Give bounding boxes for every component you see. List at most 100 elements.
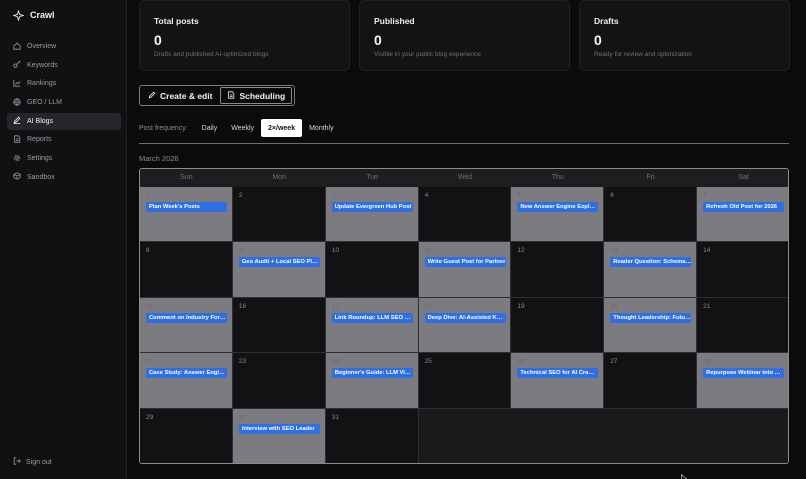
calendar-day-cell[interactable]: 4 [418,187,512,243]
weekday-label: Sun [180,174,193,181]
day-number: 18 [424,302,432,310]
scheduled-post-chip[interactable]: Update Evergreen Hub Post [331,202,413,212]
frequency-option-monthly[interactable]: Monthly [302,119,341,137]
day-number: 29 [146,413,154,421]
scheduled-post-chip[interactable]: Deep Dive: AI-Assisted Key... [424,312,506,323]
sign-out-button[interactable]: Sign out [13,457,52,467]
calendar-day-cell[interactable]: 14 [697,242,788,298]
calendar-day-cell[interactable]: 19 [511,297,605,354]
calendar-day-cell[interactable]: 31 [325,408,419,463]
calendar-day-cell[interactable]: 11 Write Guest Post for Partner [418,242,512,298]
sidebar-item-keywords[interactable]: Keywords [7,57,121,74]
calendar-empty-cell [604,408,698,463]
sidebar-item-reports[interactable]: Reports [7,131,121,148]
scheduled-post-chip[interactable]: Write Guest Post for Partner [424,257,506,268]
day-number: 28 [703,358,711,366]
day-number: 1 [146,192,150,199]
scheduled-post-chip[interactable]: Case Study: Answer Engin... [146,368,227,379]
scheduled-post-chip[interactable]: Geo Audit + Local SEO Play... [238,257,320,268]
scheduled-post-chip[interactable]: Reader Question: Schema f... [610,257,692,268]
frequency-label: Post frequency: [139,124,188,132]
calendar-day-cell[interactable]: 24 Beginner's Guide: LLM Visi... [325,353,419,409]
calendar-day-cell[interactable]: 8 [140,242,233,298]
calendar-day-cell[interactable]: 6 [604,187,698,243]
calendar-day-cell[interactable]: 12 [511,242,605,298]
frequency-option-weekly[interactable]: Weekly [224,119,261,137]
stat-subtitle: Ready for review and optimization [594,51,692,58]
calendar-day-cell[interactable]: 22 Case Study: Answer Engin... [140,353,233,409]
weekday-label: Sat [738,174,749,181]
mouse-cursor-icon [681,470,689,479]
day-number: 13 [610,247,618,255]
scheduled-post-chip[interactable]: Link Roundup: LLM SEO Re... [331,312,413,323]
frequency-option-2x-week[interactable]: 2×/week [261,119,303,137]
stat-value: 0 [374,32,382,48]
calendar-day-cell[interactable]: 26 Technical SEO for AI Crawl... [511,353,605,409]
calendar-day-cell[interactable]: 18 Deep Dive: AI-Assisted Key... [418,297,512,354]
calendar-day-cell[interactable]: 16 [232,297,326,354]
calendar-day-cell[interactable]: 5 New Answer Engine Explai... [511,187,605,243]
calendar-day-cell[interactable]: 25 [418,353,512,409]
calendar-day-cell[interactable]: 21 [697,297,788,354]
calendar-day-cell[interactable]: 23 [232,353,326,409]
sidebar-item-label: Sandbox [27,173,55,181]
calendar-empty-cell [697,408,788,463]
day-number: 16 [238,302,247,310]
scheduled-post-chip[interactable]: Thought Leadership: Futur... [610,312,692,323]
stat-value: 0 [594,32,602,48]
day-number: 11 [424,247,432,255]
scheduled-post-chip[interactable]: Plan Week's Posts [146,202,227,212]
sidebar-item-overview[interactable]: Overview [7,38,121,55]
day-number: 17 [331,302,339,310]
create-edit-button[interactable]: Create & edit [142,87,218,104]
scheduled-post-chip[interactable]: Repurpose Webinar into Blog [703,368,785,379]
calendar-day-cell[interactable]: 1 Plan Week's Posts [140,187,233,243]
brand[interactable]: Crawl [12,9,55,21]
day-number: 22 [146,358,154,366]
sidebar-item-label: GEO / LLM [27,99,63,107]
calendar-day-cell[interactable]: 9 Geo Audit + Local SEO Play... [232,242,326,298]
sidebar-item-settings[interactable]: Settings [7,150,121,167]
weekday-header: Sun Mon Tue Wed Thu Fri Sat [140,169,788,187]
calendar-day-cell[interactable]: 3 Update Evergreen Hub Post [325,187,419,243]
crawl-logo-icon [12,9,24,21]
scheduled-post-chip[interactable]: New Answer Engine Explai... [517,202,599,212]
day-number: 31 [331,413,339,421]
day-number: 5 [517,192,522,199]
weekday-label: Thu [551,174,564,181]
scheduled-post-chip[interactable]: Beginner's Guide: LLM Visi... [331,368,413,379]
frequency-option-daily[interactable]: Daily [195,119,225,137]
day-number: 12 [517,247,525,255]
calendar-day-cell[interactable]: 15 Comment on Industry Foru... [140,297,233,354]
calendar-day-cell[interactable]: 2 [232,187,326,243]
stat-title: Total posts [154,16,199,26]
calendar-day-cell[interactable]: 28 Repurpose Webinar into Blog [697,353,788,409]
sidebar-item-geo-llm[interactable]: GEO / LLM [7,94,121,111]
key-icon [13,60,21,70]
day-number: 23 [238,358,247,366]
day-number: 14 [703,247,711,255]
scheduled-post-chip[interactable]: Refresh Old Post for 2026 [703,202,785,212]
sidebar-item-ai-blogs[interactable]: AI Blogs [7,112,121,130]
stat-card-total-posts: Total posts 0 Drafts and published AI-op… [139,0,350,71]
scheduled-post-chip[interactable]: Technical SEO for AI Crawl... [517,368,599,379]
scheduling-button[interactable]: Scheduling [220,87,293,104]
scheduled-post-chip[interactable]: Interview with SEO Leader [238,423,320,434]
calendar-day-cell[interactable]: 17 Link Roundup: LLM SEO Re... [325,297,419,354]
calendar-day-cell[interactable]: 20 Thought Leadership: Futur... [604,297,698,354]
stat-subtitle: Drafts and published AI-optimized blogs [154,51,269,58]
home-icon [13,42,21,52]
day-number: 25 [424,358,432,366]
calendar-day-cell[interactable]: 27 [604,353,698,409]
calendar-day-cell[interactable]: 30 Interview with SEO Leader [232,408,326,463]
weekday-label: Tue [366,174,379,181]
sidebar-item-sandbox[interactable]: Sandbox [7,169,121,186]
calendar-day-cell[interactable]: 13 Reader Question: Schema f... [604,242,698,298]
day-number: 27 [610,358,618,366]
calendar-day-cell[interactable]: 7 Refresh Old Post for 2026 [697,187,788,243]
calendar-day-cell[interactable]: 29 [140,408,233,463]
app-name: Crawl [30,10,55,20]
scheduled-post-chip[interactable]: Comment on Industry Foru... [146,312,227,323]
calendar-day-cell[interactable]: 10 [325,242,419,298]
sidebar-item-rankings[interactable]: Rankings [7,75,121,92]
